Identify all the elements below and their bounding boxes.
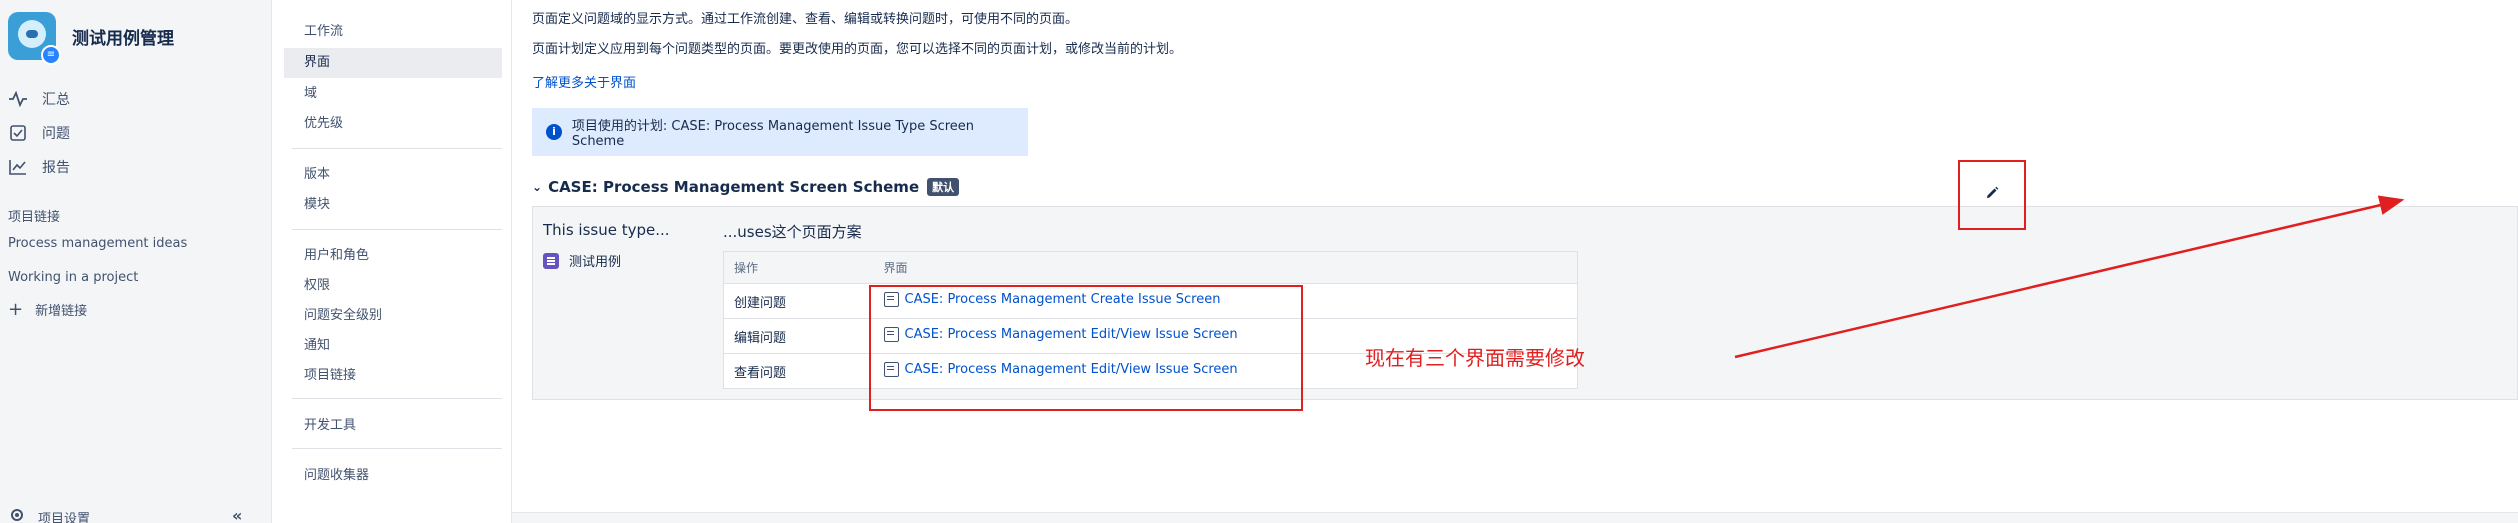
operation-cell: 编辑问题 xyxy=(723,318,884,354)
project-type-badge-icon: ≡ xyxy=(41,45,61,65)
nav-issues[interactable]: 问题 xyxy=(8,121,70,145)
scheme-description: 页面计划定义应用到每个问题类型的页面。要更改使用的页面，您可以选择不同的页面计划… xyxy=(532,42,1183,57)
plus-icon: + xyxy=(8,298,24,320)
edit-scheme-button[interactable] xyxy=(1958,160,2026,230)
project-name: 测试用例管理 xyxy=(72,28,174,49)
collapse-sidebar-button[interactable]: « xyxy=(232,506,242,523)
add-link-button[interactable]: + 新增链接 xyxy=(8,300,87,319)
info-banner-text: 项目使用的计划: CASE: Process Management Issue … xyxy=(571,119,975,149)
activity-icon xyxy=(8,90,28,108)
menu-item-permissions[interactable]: 权限 xyxy=(292,271,502,301)
issue-type-column-header: This issue type... xyxy=(543,221,670,239)
project-settings-link[interactable]: 项目设置 xyxy=(8,506,90,523)
menu-item-users-roles[interactable]: 用户和角色 xyxy=(292,241,502,271)
menu-divider xyxy=(292,148,502,149)
reports-icon xyxy=(8,158,28,176)
nav-reports-label: 报告 xyxy=(42,160,70,176)
menu-divider xyxy=(292,448,502,449)
scheme-title: CASE: Process Management Screen Scheme xyxy=(548,178,920,196)
info-banner: i 项目使用的计划: CASE: Process Management Issu… xyxy=(532,108,1028,156)
menu-item-issue-collectors[interactable]: 问题收集器 xyxy=(292,461,502,491)
issue-type-name: 测试用例 xyxy=(569,255,622,270)
project-sidebar: ≡ 测试用例管理 汇总 问题 报告 项目链接 Process managemen… xyxy=(0,0,272,523)
menu-item-notifications[interactable]: 通知 xyxy=(292,331,502,361)
menu-item-components[interactable]: 模块 xyxy=(292,190,502,220)
issues-icon xyxy=(8,124,28,142)
table-header-row: 操作 界面 xyxy=(723,251,1578,284)
chevron-down-icon[interactable]: ⌄ xyxy=(532,180,542,194)
scheme-header[interactable]: ⌄ CASE: Process Management Screen Scheme… xyxy=(532,178,960,196)
uses-column-header: ...uses这个页面方案 xyxy=(723,223,862,241)
column-header-screen: 界面 xyxy=(883,251,1578,284)
project-links-title: 项目链接 xyxy=(8,210,61,225)
project-avatar: ≡ xyxy=(8,12,61,65)
project-settings-label: 项目设置 xyxy=(38,511,91,523)
column-header-operation: 操作 xyxy=(723,251,884,284)
issue-type-icon xyxy=(543,252,559,269)
add-link-label: 新增链接 xyxy=(35,304,88,319)
main-content: 页面定义问题域的显示方式。通过工作流创建、查看、编辑或转换问题时，可使用不同的页… xyxy=(512,0,2518,512)
nav-summary[interactable]: 汇总 xyxy=(8,87,70,111)
settings-menu: 工作流 界面 域 优先级 版本 模块 用户和角色 权限 问题安全级别 通知 项目… xyxy=(272,0,512,523)
menu-divider xyxy=(292,398,502,399)
menu-item-screens[interactable]: 界面 xyxy=(284,48,502,78)
nav-reports[interactable]: 报告 xyxy=(8,155,70,179)
gear-icon xyxy=(8,506,26,523)
operation-cell: 查看问题 xyxy=(734,365,787,381)
menu-divider xyxy=(292,229,502,230)
menu-item-fields[interactable]: 域 xyxy=(292,79,502,109)
project-header[interactable]: ≡ 测试用例管理 xyxy=(8,12,174,65)
operation-cell: 创建问题 xyxy=(723,283,884,319)
menu-item-priorities[interactable]: 优先级 xyxy=(292,109,502,139)
project-link-item[interactable]: Working in a project xyxy=(8,270,138,285)
annotation-highlight-box xyxy=(869,285,1303,411)
menu-item-workflow[interactable]: 工作流 xyxy=(292,17,502,47)
annotation-text: 现在有三个界面需要修改 xyxy=(1365,346,1585,370)
nav-summary-label: 汇总 xyxy=(42,92,70,108)
issue-type-entry: 测试用例 xyxy=(543,251,621,270)
screens-description: 页面定义问题域的显示方式。通过工作流创建、查看、编辑或转换问题时，可使用不同的页… xyxy=(532,12,1079,27)
menu-item-issue-links[interactable]: 项目链接 xyxy=(292,361,502,391)
project-link-item[interactable]: Process management ideas xyxy=(8,236,187,251)
pencil-icon xyxy=(1984,185,2000,205)
menu-item-issue-security[interactable]: 问题安全级别 xyxy=(292,301,502,331)
menu-item-versions[interactable]: 版本 xyxy=(292,160,502,190)
nav-issues-label: 问题 xyxy=(42,126,70,142)
default-badge: 默认 xyxy=(927,178,960,196)
learn-more-link[interactable]: 了解更多关于界面 xyxy=(532,72,636,91)
menu-item-dev-tools[interactable]: 开发工具 xyxy=(292,411,502,441)
info-icon: i xyxy=(546,124,562,140)
bottom-scrollbar[interactable] xyxy=(512,512,2518,523)
